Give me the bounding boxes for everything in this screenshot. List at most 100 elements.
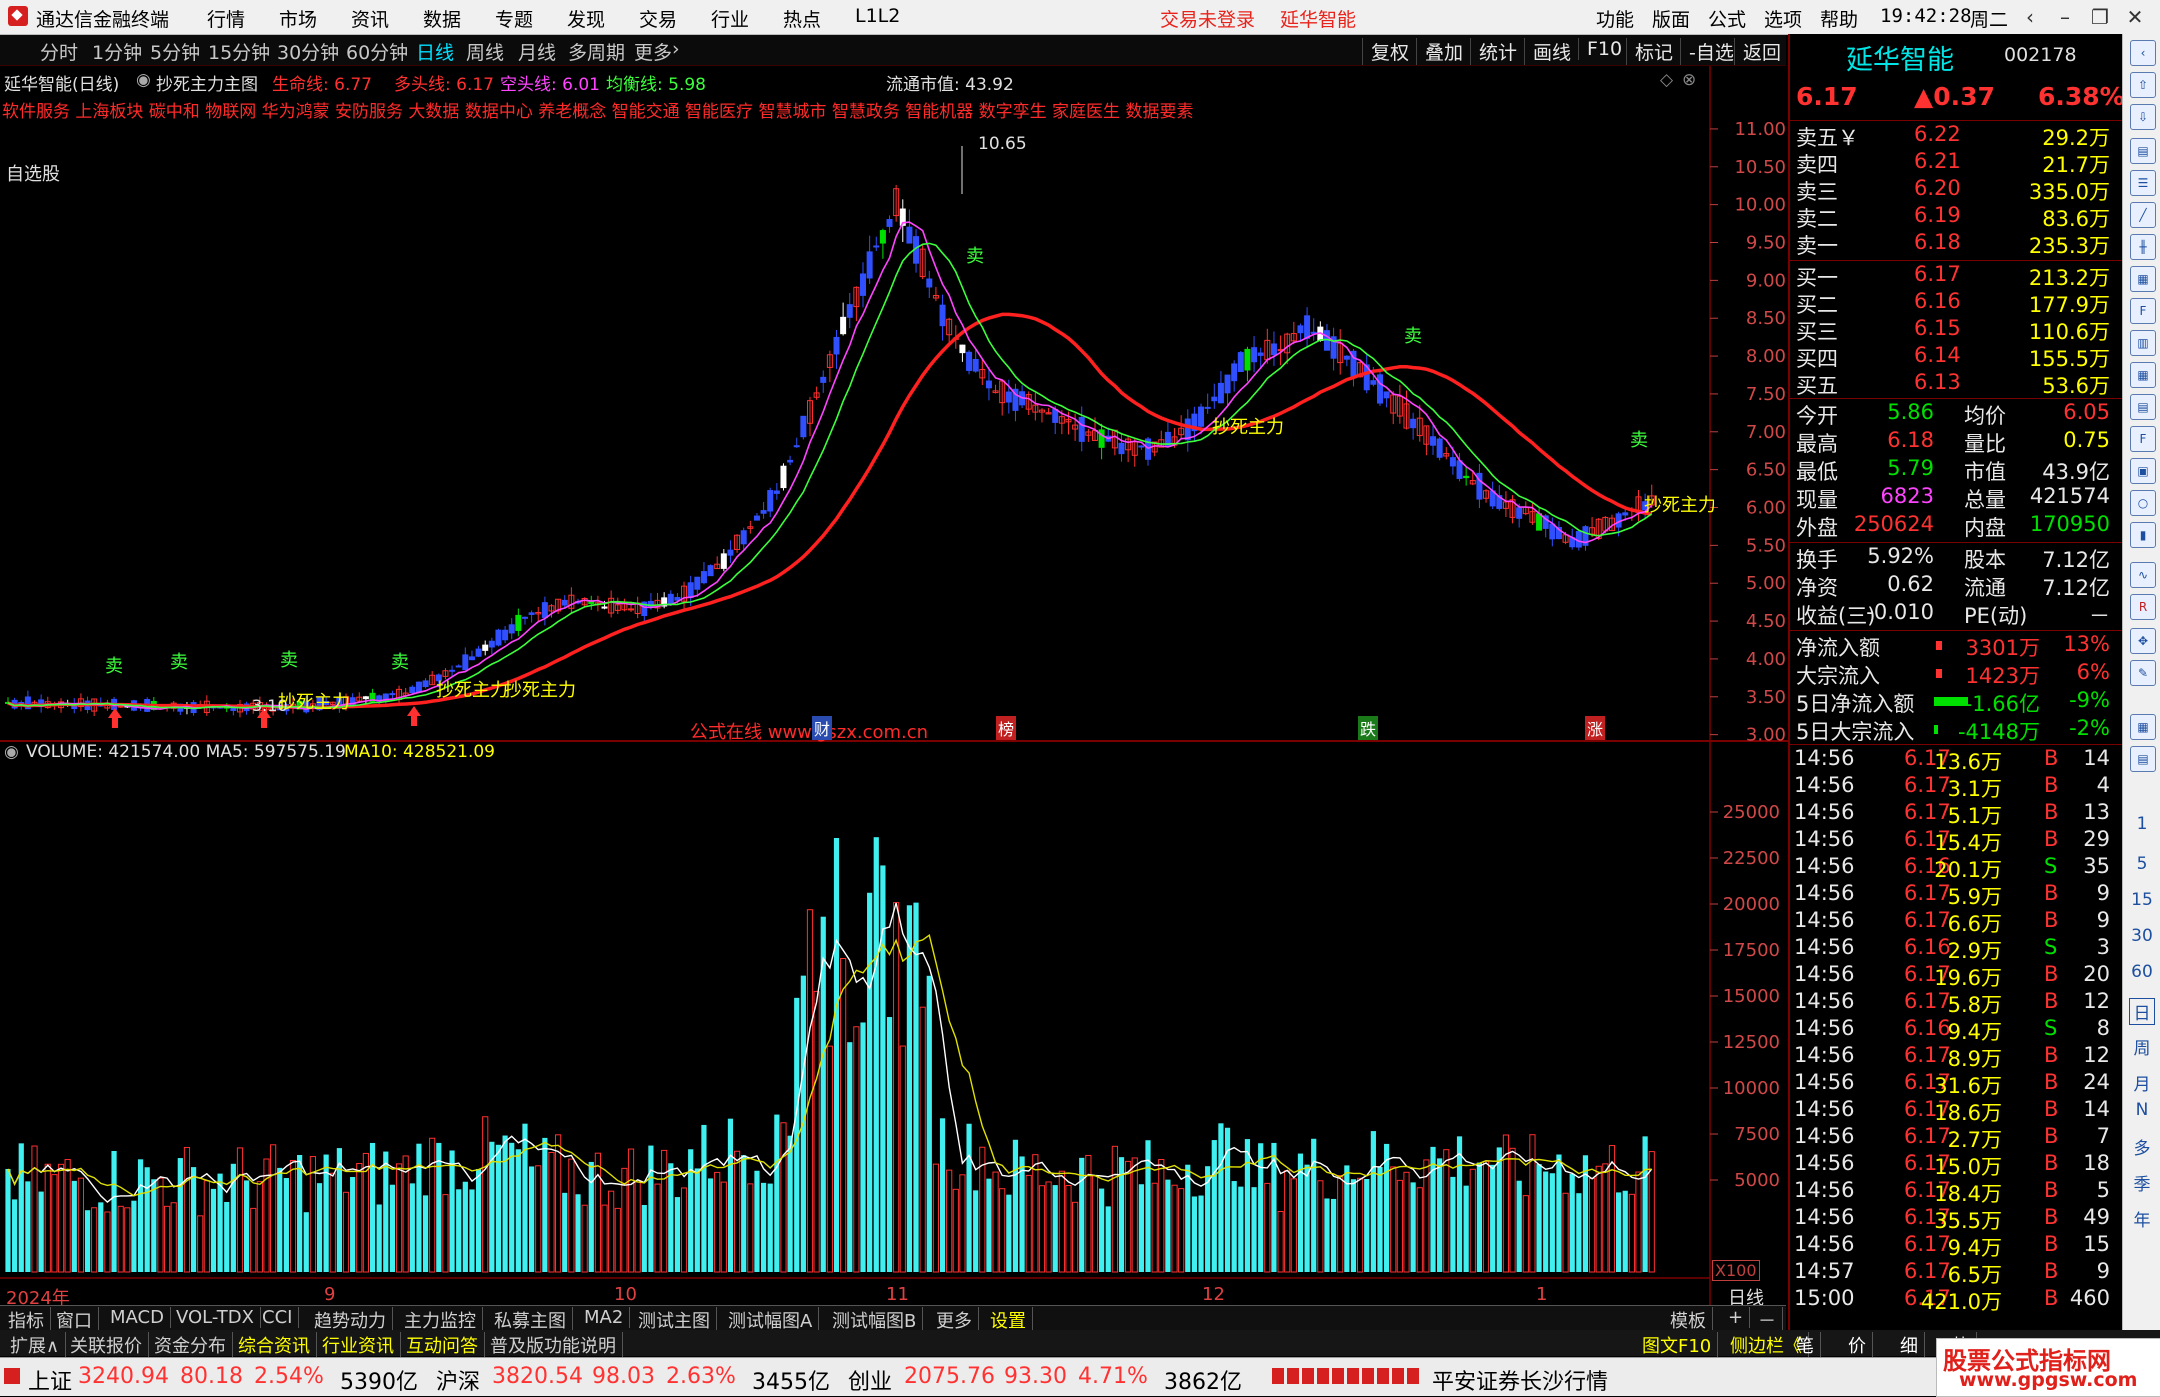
grid-icon[interactable]: ▦ <box>2130 266 2156 292</box>
tick-row[interactable]: 14:56 6.17 35.5万 B 49 <box>1794 1205 2114 1233</box>
tab-8[interactable]: MA2 <box>578 1307 631 1328</box>
sidebar-period-n[interactable]: N <box>2123 1100 2160 1120</box>
up-arrow-icon[interactable]: ⇧ <box>2130 72 2156 98</box>
index-cy-label[interactable]: 创业 <box>848 1364 892 1396</box>
stat-row[interactable]: 最高 6.18 量比 0.75 <box>1794 428 2114 456</box>
ask-row[interactable]: 卖三 6.20 335.0万 <box>1794 176 2114 204</box>
tick-row[interactable]: 14:56 6.17 6.6万 B 9 <box>1794 908 2114 936</box>
tab-3[interactable]: VOL-TDX <box>170 1307 261 1328</box>
sidebar-period-5[interactable]: 5 <box>2123 854 2160 874</box>
period-timeshare[interactable]: 分时 <box>40 38 78 65</box>
tick-row[interactable]: 15:00 6.17 421.0万 B 460 <box>1794 1286 2114 1314</box>
sidebar-period-month[interactable]: 月 <box>2123 1070 2160 1095</box>
broker-name[interactable]: 平安证券长沙行情 <box>1432 1364 1608 1396</box>
menu-data[interactable]: 数据 <box>423 5 461 32</box>
kline-icon[interactable]: ╫ <box>2130 234 2156 260</box>
tick-row[interactable]: 14:56 6.17 18.6万 B 14 <box>1794 1097 2114 1125</box>
report-icon[interactable]: ▤ <box>2130 138 2156 164</box>
menu-news[interactable]: 资讯 <box>351 5 389 32</box>
stat-row[interactable]: 最低 5.79 市值 43.9亿 <box>1794 456 2114 484</box>
sidebar-period-60[interactable]: 60 <box>2123 962 2160 982</box>
tick-row[interactable]: 14:56 6.17 5.1万 B 13 <box>1794 800 2114 828</box>
bid-row[interactable]: 买二 6.16 177.9万 <box>1794 289 2114 317</box>
period-daily[interactable]: 日线 <box>416 38 454 65</box>
ext-tab-right-3[interactable]: 价 <box>1842 1332 1873 1358</box>
sidebar-period-week[interactable]: 周 <box>2123 1034 2160 1059</box>
tick-row[interactable]: 14:56 6.17 2.7万 B 7 <box>1794 1124 2114 1152</box>
rsi-icon[interactable]: R <box>2130 594 2156 620</box>
chevron-right-icon[interactable]: › <box>672 38 680 60</box>
remove-watchlist-button[interactable]: -自选 <box>1680 38 1734 65</box>
period-15min[interactable]: 15分钟 <box>208 38 270 65</box>
ext-tab-right-4[interactable]: 细 <box>1894 1332 1925 1358</box>
ext-tab-right-0[interactable]: 图文F10 <box>1636 1332 1719 1358</box>
menu-options[interactable]: 选项 <box>1764 5 1802 32</box>
adjust-button[interactable]: 复权 <box>1362 38 1409 65</box>
flow-row[interactable]: 5日净流入额 -1.66亿 -9% <box>1794 688 2114 716</box>
sidebar-period-multi[interactable]: 多 <box>2123 1134 2160 1159</box>
tick-row[interactable]: 14:56 6.17 31.6万 B 24 <box>1794 1070 2114 1098</box>
event-marker-list[interactable]: 榜 <box>996 716 1017 740</box>
close-icon[interactable]: ✕ <box>2120 2 2150 32</box>
sidebar-period-1[interactable]: 1 <box>2123 814 2160 834</box>
tab-2[interactable]: MACD <box>104 1307 171 1328</box>
pen-icon[interactable]: ✎ <box>2130 660 2156 686</box>
stat2-row[interactable]: 净资 0.62 流通 7.12亿 <box>1794 572 2114 600</box>
restore-icon[interactable]: ❐ <box>2085 2 2115 32</box>
event-marker-rise[interactable]: 涨 <box>1585 716 1606 740</box>
tick-row[interactable]: 14:56 6.17 3.1万 B 4 <box>1794 773 2114 801</box>
ext-tab-4[interactable]: 行业资讯 <box>316 1332 401 1358</box>
ext-tab-0[interactable]: 扩展∧ <box>4 1332 67 1358</box>
stats-button[interactable]: 统计 <box>1470 38 1517 65</box>
minimize-icon[interactable]: – <box>2050 2 2080 32</box>
menu-quotes[interactable]: 行情 <box>207 5 245 32</box>
menu-trade[interactable]: 交易 <box>639 5 677 32</box>
period-multi[interactable]: 多周期 <box>568 38 625 65</box>
collapse-icon[interactable]: ‹ <box>2130 40 2156 66</box>
f10-button[interactable]: F10 <box>1578 38 1622 60</box>
ext-tab-1[interactable]: 关联报价 <box>64 1332 149 1358</box>
period-weekly[interactable]: 周线 <box>466 38 504 65</box>
sidebar-period-day[interactable]: 日 <box>2129 998 2155 1025</box>
table2-icon[interactable]: ▤ <box>2130 746 2156 772</box>
sidebar-period-15[interactable]: 15 <box>2123 890 2160 910</box>
down-arrow-icon[interactable]: ⇩ <box>2130 104 2156 130</box>
menu-industry[interactable]: 行业 <box>711 5 749 32</box>
ask-row[interactable]: 卖二 6.19 83.6万 <box>1794 203 2114 231</box>
tick-row[interactable]: 14:56 6.16 20.1万 S 35 <box>1794 854 2114 882</box>
ext-tab-5[interactable]: 互动问答 <box>400 1332 485 1358</box>
tick-row[interactable]: 14:56 6.17 5.8万 B 12 <box>1794 989 2114 1017</box>
flow-row[interactable]: 大宗流入 1423万 6% <box>1794 660 2114 688</box>
stat-row[interactable]: 现量 6823 总量 421574 <box>1794 484 2114 512</box>
event-marker-finance[interactable]: 财 <box>812 716 833 740</box>
flow-row[interactable]: 净流入额 3301万 13% <box>1794 632 2114 660</box>
ext-tab-2[interactable]: 资金分布 <box>148 1332 233 1358</box>
period-60min[interactable]: 60分钟 <box>346 38 408 65</box>
bid-row[interactable]: 买四 6.14 155.5万 <box>1794 343 2114 371</box>
menu-help[interactable]: 帮助 <box>1820 5 1858 32</box>
tick-row[interactable]: 14:56 6.17 15.4万 B 29 <box>1794 827 2114 855</box>
overlay-button[interactable]: 叠加 <box>1416 38 1463 65</box>
tab-4[interactable]: CCI <box>256 1307 300 1328</box>
bid-row[interactable]: 买三 6.15 110.6万 <box>1794 316 2114 344</box>
tick-row[interactable]: 14:56 6.16 9.4万 S 8 <box>1794 1016 2114 1044</box>
list-icon[interactable]: ☰ <box>2130 170 2156 196</box>
period-monthly[interactable]: 月线 <box>518 38 556 65</box>
period-more[interactable]: 更多 <box>634 38 672 65</box>
tick-row[interactable]: 14:56 6.17 13.6万 B 14 <box>1794 746 2114 774</box>
fs-icon[interactable]: F <box>2130 426 2156 452</box>
tick-row[interactable]: 14:56 6.17 9.4万 B 15 <box>1794 1232 2114 1260</box>
line-chart-icon[interactable]: ╱ <box>2130 202 2156 228</box>
bid-row[interactable]: 买一 6.17 213.2万 <box>1794 262 2114 290</box>
bars-icon[interactable]: ▮ <box>2130 522 2156 548</box>
ext-tab-6[interactable]: 普及版功能说明 <box>484 1332 623 1358</box>
f10-icon[interactable]: F <box>2130 298 2156 324</box>
sidebar-period-season[interactable]: 季 <box>2123 1170 2160 1195</box>
circle-icon[interactable]: ○ <box>2130 490 2156 516</box>
index-sh-label[interactable]: 上证 <box>28 1364 72 1396</box>
move-icon[interactable]: ✥ <box>2130 628 2156 654</box>
menu-formula[interactable]: 公式 <box>1708 5 1746 32</box>
tick-row[interactable]: 14:57 6.17 6.5万 B 9 <box>1794 1259 2114 1287</box>
menu-functions[interactable]: 功能 <box>1596 5 1634 32</box>
flow-row[interactable]: 5日大宗流入 -4148万 -2% <box>1794 716 2114 744</box>
